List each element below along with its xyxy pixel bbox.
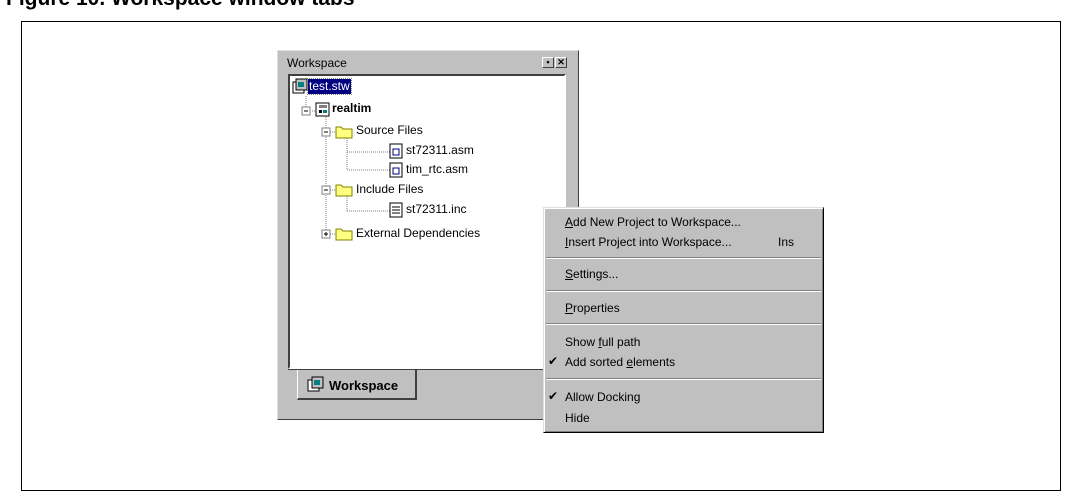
- workspace-icon: [307, 376, 324, 392]
- menu-item-label: ettings...: [573, 267, 619, 281]
- menu-shortcut-ins: Ins: [778, 235, 795, 249]
- figure-title: Figure 10. Workspace window tabs: [6, 0, 355, 11]
- menu-item-show-full-path[interactable]: Show full path: [565, 334, 640, 350]
- menu-item-label: ull path: [601, 335, 641, 349]
- tree-node-workspace[interactable]: test.stw: [307, 78, 352, 95]
- tab-workspace[interactable]: Workspace: [297, 370, 417, 400]
- menu-separator: [546, 378, 821, 380]
- menu-separator: [546, 290, 821, 292]
- menu-item-add-sorted-elements[interactable]: Add sorted elements: [565, 354, 675, 370]
- context-menu: Add New Project to Workspace... Insert P…: [543, 207, 824, 433]
- mnemonic: A: [565, 215, 574, 229]
- menu-item-label: Show: [565, 335, 599, 349]
- menu-item-add-new-project[interactable]: Add New Project to Workspace...: [565, 214, 741, 230]
- menu-item-hide[interactable]: Hide: [565, 410, 590, 426]
- workspace-title: Workspace: [287, 56, 347, 70]
- checkmark-icon: ✔: [548, 389, 559, 403]
- mnemonic: S: [565, 267, 574, 281]
- menu-item-label: lements: [633, 355, 676, 369]
- menu-separator: [546, 257, 821, 259]
- menu-item-label: Add sorted: [565, 355, 627, 369]
- project-icon: [315, 102, 330, 117]
- tree-node-project[interactable]: realtim: [332, 101, 371, 116]
- tree-lines: [292, 78, 403, 241]
- workspace-icon: [292, 78, 308, 94]
- menu-item-label: dd New Project to Workspace...: [573, 215, 741, 229]
- menu-item-label: roperties: [573, 301, 620, 315]
- tree-node-file[interactable]: st72311.asm: [406, 143, 474, 158]
- tree-node-external-dependencies[interactable]: External Dependencies: [356, 226, 480, 241]
- restore-icon[interactable]: ▪: [542, 57, 554, 68]
- workspace-tree[interactable]: test.stw realtim Source Files st72311.as…: [288, 74, 566, 369]
- menu-item-properties[interactable]: Properties: [565, 300, 620, 316]
- tab-workspace-label: Workspace: [329, 378, 399, 393]
- tree-node-file[interactable]: st72311.inc: [406, 202, 467, 217]
- menu-separator: [546, 323, 821, 325]
- close-icon[interactable]: ✕: [555, 57, 567, 68]
- menu-item-settings[interactable]: Settings...: [565, 266, 618, 282]
- workspace-window: Workspace ▪ ✕ test.stw realtim Source Fi…: [277, 50, 579, 420]
- tree-node-include-files[interactable]: Include Files: [356, 182, 423, 197]
- mnemonic: P: [565, 301, 574, 315]
- menu-item-allow-docking[interactable]: Allow Docking: [565, 389, 640, 405]
- workspace-titlebar[interactable]: Workspace ▪ ✕: [284, 55, 568, 71]
- menu-item-label: nsert Project into Workspace...: [568, 235, 732, 249]
- checkmark-icon: ✔: [548, 354, 559, 368]
- menu-item-insert-project[interactable]: Insert Project into Workspace...: [565, 234, 732, 250]
- tree-node-source-files[interactable]: Source Files: [356, 123, 423, 138]
- tree-node-file[interactable]: tim_rtc.asm: [406, 162, 468, 177]
